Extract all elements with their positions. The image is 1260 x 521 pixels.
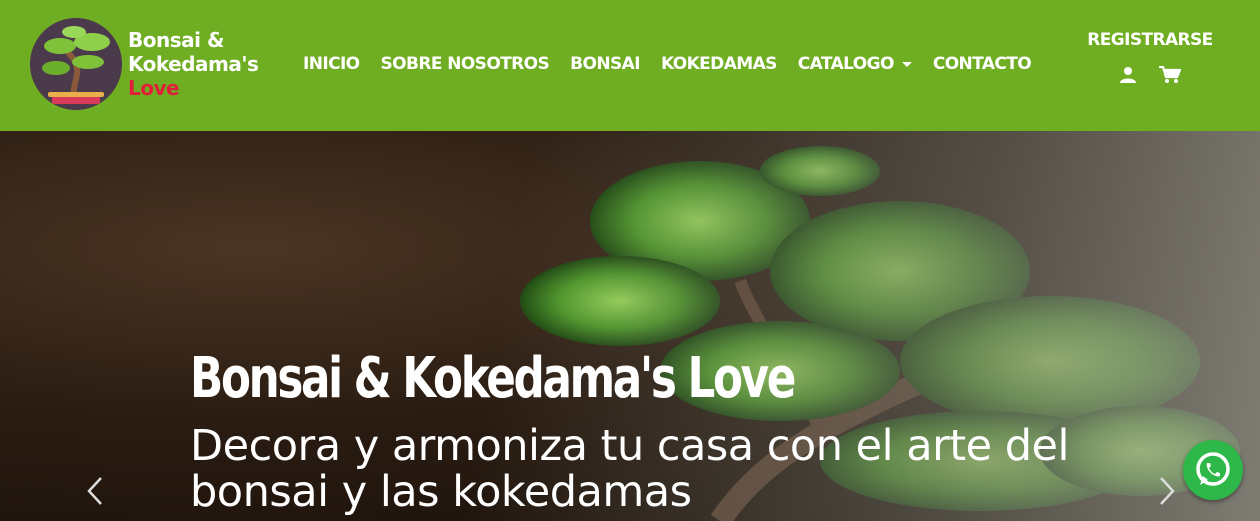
nav-item-catalogo-label: CATALOGO [797, 54, 895, 74]
hero-title: Bonsai & Kokedama's Love [190, 346, 796, 411]
whatsapp-icon[interactable] [1183, 440, 1243, 500]
brand-line-2: Kokedama's [128, 52, 259, 76]
register-link[interactable]: REGISTRARSE [1080, 30, 1220, 50]
user-icon[interactable] [1119, 66, 1137, 84]
hero-subtitle: Decora y armoniza tu casa con el arte de… [190, 421, 1069, 517]
nav-item-sobre-nosotros[interactable]: SOBRE NOSOTROS [381, 54, 550, 74]
nav-item-catalogo[interactable]: CATALOGO [798, 54, 912, 74]
account-area: REGISTRARSE [1080, 30, 1220, 84]
caret-down-icon [901, 61, 912, 67]
nav-item-contacto[interactable]: CONTACTO [933, 54, 1032, 74]
chevron-right-icon[interactable] [1158, 476, 1176, 511]
cart-icon[interactable] [1159, 66, 1181, 84]
nav-item-inicio[interactable]: INICIO [303, 54, 360, 74]
brand-logo-link[interactable] [30, 18, 122, 110]
nav-item-bonsai[interactable]: BONSAI [570, 54, 640, 74]
main-nav: INICIO SOBRE NOSOTROS BONSAI KOKEDAMAS C… [303, 54, 1052, 74]
navbar: Bonsai & Kokedama's Love INICIO SOBRE NO… [0, 0, 1260, 131]
account-icons [1080, 66, 1220, 84]
brand-line-1: Bonsai & [128, 28, 224, 52]
hero-carousel: Bonsai & Kokedama's Love Decora y armoni… [0, 131, 1260, 521]
nav-item-kokedamas[interactable]: KOKEDAMAS [661, 54, 777, 74]
chevron-left-icon[interactable] [86, 476, 104, 511]
brand-line-3: Love [128, 76, 180, 100]
brand-name[interactable]: Bonsai & Kokedama's Love [128, 28, 288, 100]
bonsai-logo-icon [30, 18, 122, 110]
